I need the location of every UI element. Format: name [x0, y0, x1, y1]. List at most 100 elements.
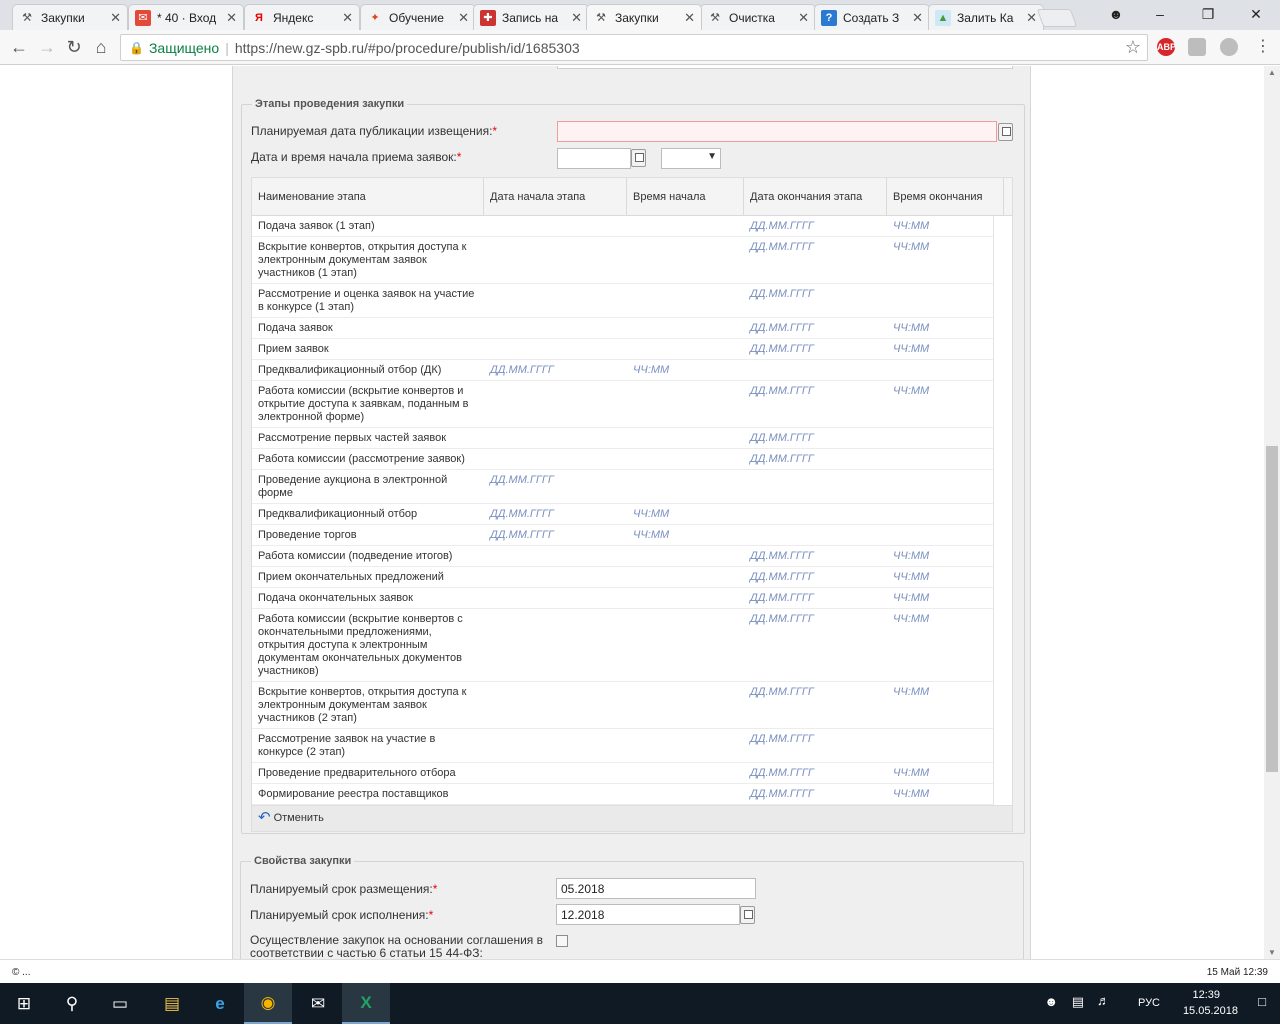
new-tab-button[interactable]: [1036, 9, 1078, 27]
start-time-select[interactable]: ▼: [661, 148, 721, 169]
internet-explorer-icon[interactable]: e: [196, 983, 244, 1024]
table-row[interactable]: Работа комиссии (подведение итогов) ДД.ММ…: [252, 546, 994, 567]
stage-te-cell[interactable]: ЧЧ:ММ: [887, 788, 935, 801]
stage-de-cell[interactable]: ДД.ММ.ГГГГ: [744, 343, 820, 356]
table-row[interactable]: Работа комиссии (рассмотрение заявок) ДД.…: [252, 449, 994, 470]
col-header-end-date[interactable]: Дата окончания этапа: [744, 178, 887, 216]
publication-date-input[interactable]: [557, 121, 997, 142]
stage-te-cell[interactable]: ЧЧ:ММ: [887, 767, 935, 780]
scrollbar-thumb[interactable]: [1266, 446, 1278, 772]
stage-ts-cell[interactable]: ЧЧ:ММ: [627, 529, 675, 542]
table-row[interactable]: Рассмотрение первых частей заявок ДД.ММ.Г…: [252, 428, 994, 449]
forward-icon[interactable]: →: [36, 37, 58, 57]
excel-icon[interactable]: X: [342, 983, 390, 1024]
stage-de-cell[interactable]: ДД.ММ.ГГГГ: [744, 613, 820, 626]
close-tab-icon[interactable]: ✕: [912, 10, 923, 26]
agreement-checkbox[interactable]: [556, 935, 568, 947]
chrome-icon[interactable]: ◉: [244, 983, 292, 1024]
adblock-icon[interactable]: ABP: [1157, 38, 1176, 56]
bookmark-star-icon[interactable]: ☆: [1125, 37, 1141, 58]
stage-ds-cell[interactable]: ДД.ММ.ГГГГ: [484, 364, 560, 377]
table-row[interactable]: Подача окончательных заявок ДД.ММ.ГГГГ ЧЧ:…: [252, 588, 994, 609]
minimize-button[interactable]: –: [1140, 4, 1180, 24]
language-indicator[interactable]: РУС: [1138, 997, 1160, 1009]
account-icon[interactable]: ☻: [1096, 4, 1136, 24]
stage-de-cell[interactable]: ДД.ММ.ГГГГ: [744, 767, 820, 780]
extension-icon[interactable]: [1220, 38, 1238, 56]
table-row[interactable]: Прием заявок ДД.ММ.ГГГГ ЧЧ:ММ: [252, 339, 994, 360]
start-windows-icon[interactable]: ⊞: [0, 983, 48, 1024]
reload-icon[interactable]: ↻: [63, 37, 85, 57]
stage-de-cell[interactable]: ДД.ММ.ГГГГ: [744, 733, 820, 746]
calendar-icon[interactable]: [740, 906, 755, 924]
browser-tab[interactable]: ✦ Обучение ✕: [360, 4, 476, 30]
address-bar[interactable]: 🔒 Защищено | https://new.gz-spb.ru/#po/p…: [120, 34, 1148, 61]
task-view-icon[interactable]: ▭: [96, 983, 144, 1024]
stage-te-cell[interactable]: ЧЧ:ММ: [887, 322, 935, 335]
search-icon[interactable]: ⚲: [48, 983, 96, 1024]
browser-tab[interactable]: ▲ Залить Ка ✕: [928, 4, 1044, 30]
col-header-name[interactable]: Наименование этапа: [252, 178, 484, 216]
people-icon[interactable]: ☻: [1044, 994, 1058, 1009]
stage-de-cell[interactable]: ДД.ММ.ГГГГ: [744, 288, 820, 301]
mail-icon[interactable]: ✉: [294, 983, 342, 1024]
close-tab-icon[interactable]: ✕: [458, 10, 469, 26]
file-explorer-icon[interactable]: ▤: [148, 983, 196, 1024]
undo-button[interactable]: ↶ Отменить: [258, 810, 324, 825]
col-header-start-time[interactable]: Время начала: [627, 178, 744, 216]
stage-te-cell[interactable]: ЧЧ:ММ: [887, 220, 935, 233]
calendar-icon[interactable]: [998, 123, 1013, 141]
stage-te-cell[interactable]: ЧЧ:ММ: [887, 550, 935, 563]
stage-te-cell[interactable]: ЧЧ:ММ: [887, 571, 935, 584]
table-row[interactable]: Проведение предварительного отбора ДД.ММ.…: [252, 763, 994, 784]
home-icon[interactable]: ⌂: [90, 37, 112, 57]
close-window-button[interactable]: ✕: [1236, 4, 1276, 24]
stage-te-cell[interactable]: ЧЧ:ММ: [887, 613, 935, 626]
table-row[interactable]: Предквалификационный отбор (ДК) ДД.ММ.ГГГ…: [252, 360, 994, 381]
stage-de-cell[interactable]: ДД.ММ.ГГГГ: [744, 453, 820, 466]
stage-te-cell[interactable]: ЧЧ:ММ: [887, 686, 935, 699]
table-row[interactable]: Подача заявок ДД.ММ.ГГГГ ЧЧ:ММ: [252, 318, 994, 339]
stage-de-cell[interactable]: ДД.ММ.ГГГГ: [744, 220, 820, 233]
stage-de-cell[interactable]: ДД.ММ.ГГГГ: [744, 322, 820, 335]
close-tab-icon[interactable]: ✕: [1026, 10, 1037, 26]
table-row[interactable]: Рассмотрение и оценка заявок на участие …: [252, 284, 994, 318]
back-icon[interactable]: ←: [8, 37, 30, 57]
volume-icon[interactable]: ♬: [1097, 993, 1110, 1008]
table-row[interactable]: Предквалификационный отбор ДД.ММ.ГГГГ ЧЧ:М…: [252, 504, 994, 525]
start-date-input[interactable]: [557, 148, 631, 169]
table-row[interactable]: Вскрытие конвертов, открытия доступа к э…: [252, 682, 994, 729]
scroll-up-icon[interactable]: ▲: [1268, 68, 1276, 77]
stage-ds-cell[interactable]: ДД.ММ.ГГГГ: [484, 474, 560, 487]
stage-de-cell[interactable]: ДД.ММ.ГГГГ: [744, 550, 820, 563]
stage-de-cell[interactable]: ДД.ММ.ГГГГ: [744, 788, 820, 801]
stage-de-cell[interactable]: ДД.ММ.ГГГГ: [744, 686, 820, 699]
stage-ds-cell[interactable]: ДД.ММ.ГГГГ: [484, 529, 560, 542]
stage-de-cell[interactable]: ДД.ММ.ГГГГ: [744, 432, 820, 445]
col-header-end-time[interactable]: Время окончания: [887, 178, 1004, 216]
extension-icon[interactable]: [1188, 38, 1206, 56]
stage-te-cell[interactable]: ЧЧ:ММ: [887, 592, 935, 605]
restore-button[interactable]: ❐: [1188, 4, 1228, 24]
stage-te-cell[interactable]: ЧЧ:ММ: [887, 343, 935, 356]
network-icon[interactable]: ▤: [1072, 994, 1084, 1010]
clock-date[interactable]: 15.05.2018: [1183, 1005, 1238, 1017]
execution-term-input[interactable]: 12.2018: [556, 904, 740, 925]
page-scrollbar[interactable]: ▲ ▼: [1264, 66, 1280, 959]
stage-ts-cell[interactable]: ЧЧ:ММ: [627, 364, 675, 377]
clock-time[interactable]: 12:39: [1192, 989, 1220, 1001]
menu-icon[interactable]: ⋮: [1252, 37, 1274, 57]
table-row[interactable]: Работа комиссии (вскрытие конвертов с ок…: [252, 609, 994, 682]
table-scrollbar[interactable]: [994, 216, 1012, 805]
scroll-down-icon[interactable]: ▼: [1268, 948, 1276, 957]
browser-tab[interactable]: ⚒ Закупки ✕: [586, 4, 702, 30]
browser-tab[interactable]: ⚒ Очистка ✕: [700, 4, 816, 30]
notifications-icon[interactable]: □: [1258, 994, 1266, 1009]
browser-tab[interactable]: ⚒ Закупки ✕: [12, 4, 128, 30]
close-tab-icon[interactable]: ✕: [571, 10, 582, 26]
close-tab-icon[interactable]: ✕: [684, 10, 695, 26]
close-tab-icon[interactable]: ✕: [110, 10, 121, 26]
browser-tab[interactable]: ✉ * 40 · Вход ✕: [128, 4, 244, 30]
browser-tab[interactable]: ? Создать З ✕: [814, 4, 930, 30]
table-row[interactable]: Работа комиссии (вскрытие конвертов и от…: [252, 381, 994, 428]
